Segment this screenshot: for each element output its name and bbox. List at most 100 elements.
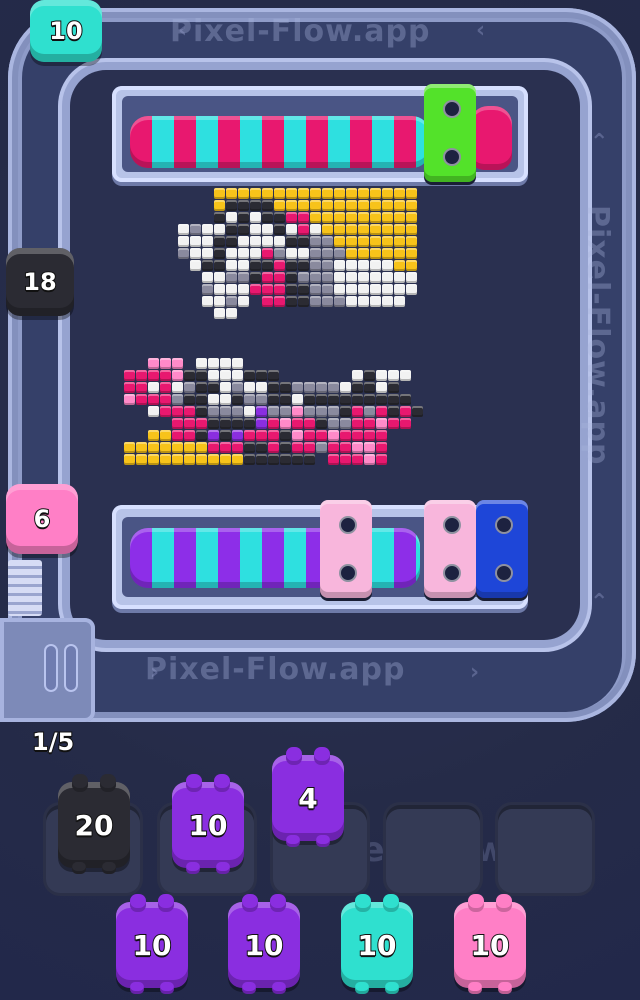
- creature-pink-in-queue[interactable]: 10: [454, 894, 526, 994]
- pixel-block: [172, 394, 183, 405]
- pixel-block: [358, 296, 369, 307]
- pixel-block: [328, 406, 339, 417]
- pixel-block: [190, 260, 201, 271]
- pixel-block: [304, 382, 315, 393]
- pixel-block: [280, 442, 291, 453]
- purple-cyan-worm[interactable]: [130, 528, 420, 588]
- pixel-block: [346, 272, 357, 283]
- pixel-block: [244, 382, 255, 393]
- pixel-block: [382, 200, 393, 211]
- light-pink-block[interactable]: [320, 500, 372, 598]
- pixel-block: [400, 394, 411, 405]
- pixel-block: [328, 418, 339, 429]
- pixel-block: [262, 212, 273, 223]
- slot-4[interactable]: [386, 805, 480, 893]
- pixel-block: [262, 188, 273, 199]
- pixel-block: [382, 284, 393, 295]
- pixel-block: [160, 454, 171, 465]
- pixel-block: [310, 224, 321, 235]
- pixel-block: [286, 248, 297, 259]
- creature-black-in-slot[interactable]: 20: [58, 774, 130, 874]
- pixel-block: [226, 224, 237, 235]
- pixel-block: [202, 236, 213, 247]
- pixel-block: [136, 382, 147, 393]
- pixel-block: [358, 188, 369, 199]
- pixel-block: [274, 284, 285, 295]
- pixel-block: [310, 200, 321, 211]
- creature-purple-in-slot[interactable]: 10: [172, 774, 244, 874]
- pixel-block: [124, 382, 135, 393]
- pixel-block: [172, 406, 183, 417]
- slot-5[interactable]: [498, 805, 592, 893]
- pixel-block: [196, 442, 207, 453]
- pixel-block: [208, 406, 219, 417]
- pixel-block: [256, 454, 267, 465]
- pixel-block: [316, 430, 327, 441]
- pixel-block: [256, 406, 267, 417]
- pixel-block: [304, 418, 315, 429]
- pixel-block: [226, 236, 237, 247]
- pixel-block: [202, 224, 213, 235]
- pixel-block: [340, 406, 351, 417]
- pixel-block: [304, 430, 315, 441]
- pixel-block: [238, 248, 249, 259]
- pixel-block: [298, 284, 309, 295]
- creature-purple-in-slot[interactable]: 4: [272, 747, 344, 847]
- creature-purple-in-queue[interactable]: 10: [116, 894, 188, 994]
- pixel-block: [274, 200, 285, 211]
- light-pink-block[interactable]: [424, 500, 476, 598]
- pixel-block: [298, 260, 309, 271]
- pixel-block: [232, 370, 243, 381]
- pixel-block: [364, 454, 375, 465]
- pixel-block: [406, 284, 417, 295]
- pixel-block: [208, 430, 219, 441]
- pixel-block: [346, 200, 357, 211]
- pixel-block: [382, 296, 393, 307]
- pixel-block: [232, 358, 243, 369]
- pixel-block: [334, 224, 345, 235]
- creature-pink-on-track[interactable]: 6: [6, 484, 78, 554]
- creature-purple-in-queue[interactable]: 10: [228, 894, 300, 994]
- pixel-block: [238, 200, 249, 211]
- green-block[interactable]: [424, 84, 476, 182]
- pixel-block: [370, 200, 381, 211]
- pixel-block: [202, 272, 213, 283]
- magenta-worm-head[interactable]: [470, 106, 512, 170]
- pixel-block: [250, 284, 261, 295]
- pixel-block: [388, 394, 399, 405]
- pixel-block: [214, 296, 225, 307]
- watermark-top: Pixel-Flow.app: [170, 14, 431, 49]
- pixel-block: [394, 260, 405, 271]
- pixel-block: [370, 248, 381, 259]
- magenta-cyan-worm[interactable]: [130, 116, 430, 168]
- pixel-block: [160, 442, 171, 453]
- pixel-block: [208, 382, 219, 393]
- pixel-block: [346, 248, 357, 259]
- pixel-block: [136, 442, 147, 453]
- pixel-block: [220, 430, 231, 441]
- pixel-block: [370, 236, 381, 247]
- pixel-block: [382, 212, 393, 223]
- creature-cyan-in-queue[interactable]: 10: [341, 894, 413, 994]
- pixel-block: [190, 248, 201, 259]
- creature-black-on-track[interactable]: 18: [6, 248, 74, 316]
- pixel-block: [232, 382, 243, 393]
- pixel-block: [394, 284, 405, 295]
- pixel-block: [394, 224, 405, 235]
- pixel-block: [352, 382, 363, 393]
- pixel-block: [286, 212, 297, 223]
- creature-cyan-on-track[interactable]: 10: [30, 0, 102, 62]
- pixel-block: [400, 406, 411, 417]
- blue-block[interactable]: [476, 500, 528, 598]
- pixel-block: [202, 296, 213, 307]
- creature-count: 4: [297, 781, 319, 816]
- pixel-block: [334, 236, 345, 247]
- pixel-block: [334, 200, 345, 211]
- pixel-block: [280, 418, 291, 429]
- pixel-block: [256, 382, 267, 393]
- pixel-block: [322, 260, 333, 271]
- pixel-block: [298, 236, 309, 247]
- pixel-block: [184, 370, 195, 381]
- pixel-block: [292, 382, 303, 393]
- pixel-block: [346, 236, 357, 247]
